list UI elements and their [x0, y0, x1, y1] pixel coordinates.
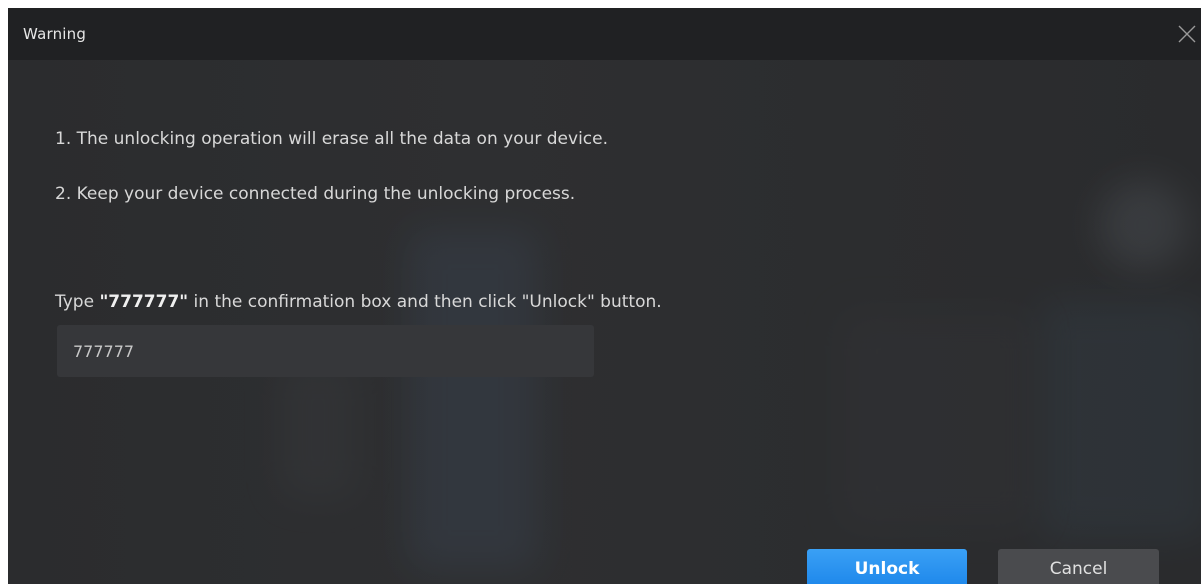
dialog-titlebar: Warning: [8, 8, 1201, 60]
instruction-suffix: in the confirmation box and then click "…: [188, 292, 662, 312]
background-blur: [278, 360, 358, 500]
warning-dialog: Warning 1. The unlocking operation will …: [0, 0, 1201, 584]
dialog-content: 1. The unlocking operation will erase al…: [8, 60, 1201, 584]
warning-line-erase: 1. The unlocking operation will erase al…: [55, 129, 609, 149]
dialog-window: Warning 1. The unlocking operation will …: [8, 8, 1201, 584]
dialog-title: Warning: [23, 25, 87, 43]
cancel-button[interactable]: Cancel: [998, 549, 1159, 584]
confirmation-instruction: Type "777777" in the confirmation box an…: [55, 292, 662, 312]
background-blur: [1098, 180, 1188, 270]
background-blur: [838, 310, 1038, 530]
unlock-button[interactable]: Unlock: [807, 549, 967, 584]
close-icon[interactable]: [1175, 22, 1199, 46]
background-blur: [1038, 300, 1201, 540]
confirmation-input[interactable]: [57, 325, 594, 377]
instruction-code: "777777": [99, 292, 189, 312]
warning-line-connected: 2. Keep your device connected during the…: [55, 184, 576, 204]
background-blur: [408, 230, 538, 570]
instruction-prefix: Type: [55, 292, 100, 312]
